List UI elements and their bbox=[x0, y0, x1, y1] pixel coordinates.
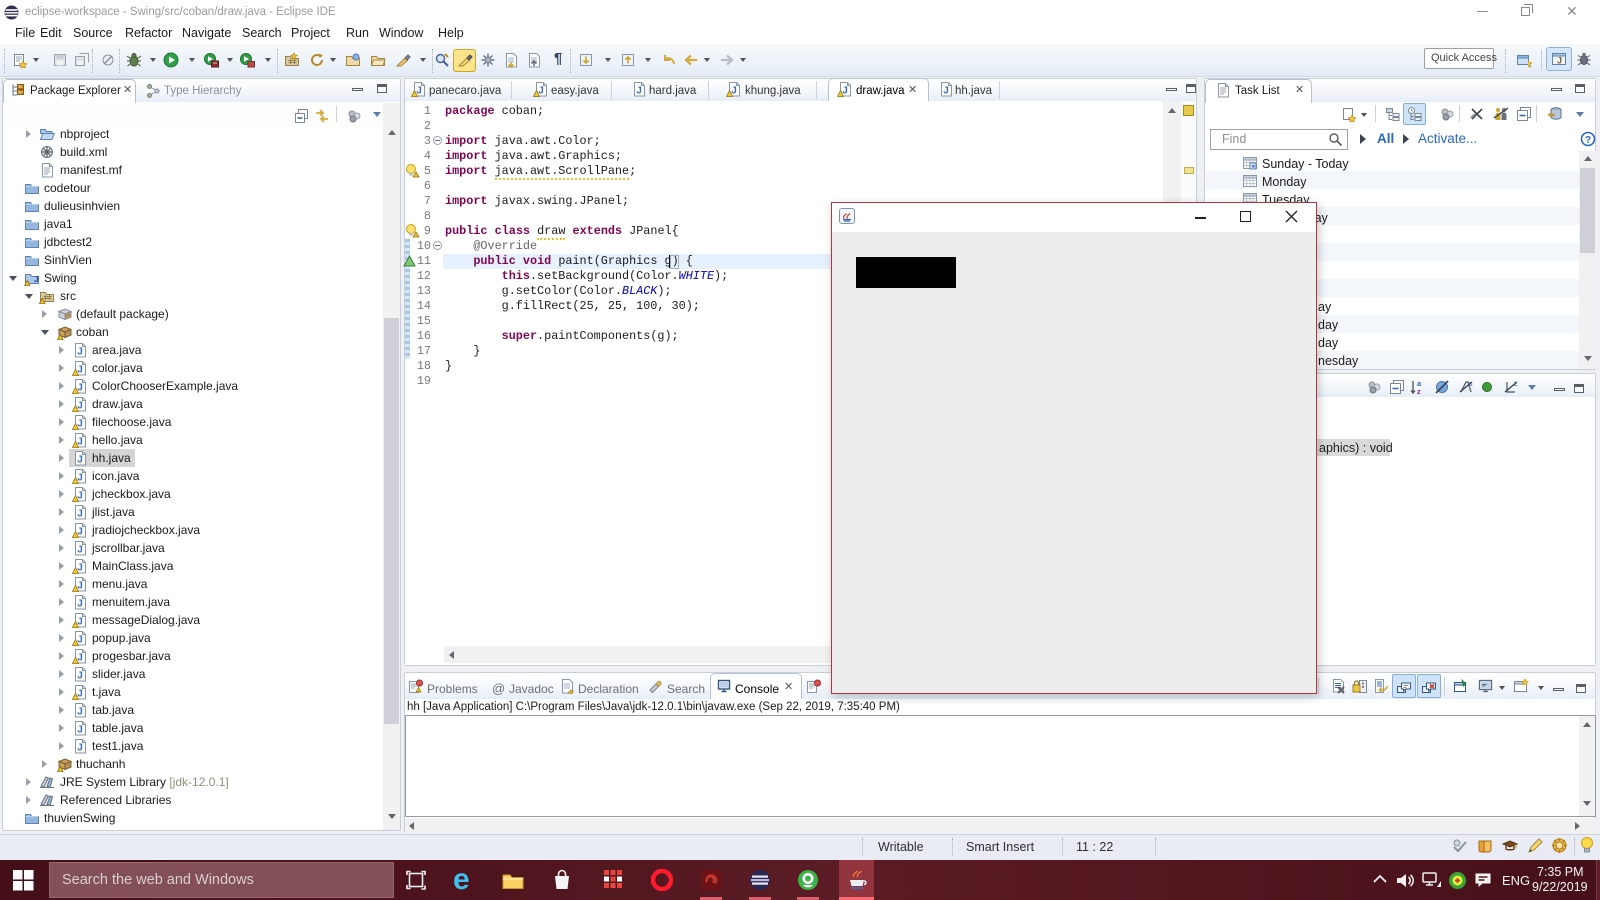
svg-text:J: J bbox=[636, 86, 642, 97]
svg-text:?: ? bbox=[1585, 135, 1591, 146]
svg-text:J: J bbox=[77, 455, 83, 466]
svg-text:J: J bbox=[77, 743, 83, 754]
svg-text:J: J bbox=[943, 86, 949, 97]
svg-text:J: J bbox=[77, 725, 83, 736]
svg-text:J: J bbox=[77, 545, 83, 556]
svg-text:J: J bbox=[77, 509, 83, 520]
svg-text:J: J bbox=[77, 347, 83, 358]
svg-text:J: J bbox=[77, 671, 83, 682]
svg-text:J: J bbox=[77, 599, 83, 610]
svg-text:J: J bbox=[34, 274, 39, 284]
svg-text:J: J bbox=[77, 707, 83, 718]
svg-text:z: z bbox=[1417, 387, 1421, 395]
svg-text:J: J bbox=[1557, 56, 1562, 66]
